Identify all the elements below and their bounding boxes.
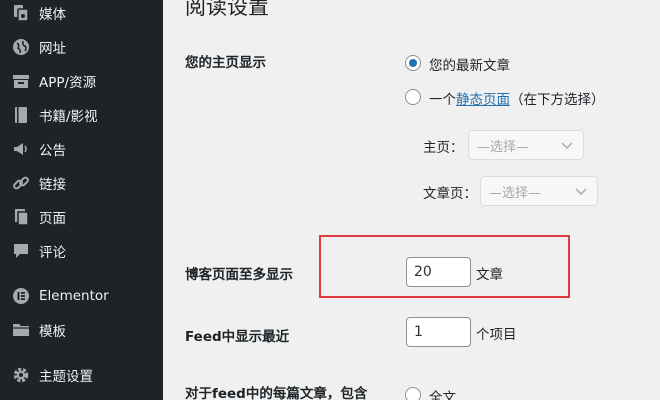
folder-icon — [11, 320, 31, 340]
feed-count-label: Feed中显示最近 — [185, 329, 290, 345]
sidebar-item-label: 公告 — [39, 143, 66, 159]
sidebar-item-media[interactable]: 媒体 — [0, 0, 163, 28]
gear-icon — [11, 365, 31, 385]
pages-icon — [11, 207, 31, 227]
posts-per-page-label: 博客页面至多显示 — [185, 267, 293, 283]
sidebar-item-label: 媒体 — [39, 7, 66, 23]
sidebar-item-label: 网址 — [39, 41, 66, 57]
media-icon — [11, 3, 31, 23]
page-title: 阅读设置 — [185, 0, 269, 19]
front-page-select-value: —选择— — [477, 139, 530, 155]
sidebar-item-label: 链接 — [39, 177, 66, 193]
latest-posts-label: 您的最新文章 — [429, 58, 510, 74]
sidebar-item-app-resources[interactable]: APP/资源 — [0, 66, 163, 96]
sidebar-item-label: 评论 — [39, 245, 66, 261]
full-text-label: 全文 — [429, 390, 456, 400]
archive-icon — [11, 71, 31, 91]
sidebar-item-urls[interactable]: 网址 — [0, 32, 163, 62]
sidebar-item-label: 书籍/影视 — [39, 109, 98, 125]
radio-latest-posts[interactable] — [405, 55, 421, 71]
sidebar-item-label: 模板 — [39, 324, 66, 340]
posts-page-select-value: —选择— — [489, 185, 542, 201]
book-icon — [11, 105, 31, 125]
admin-sidebar: 媒体 网址 APP/资源 书籍/影视 公告 链接 页面 评论 Elementor… — [0, 0, 163, 400]
settings-content: 阅读设置 您的主页显示 您的最新文章 一个静态页面（在下方选择） 主页： —选择… — [163, 0, 660, 400]
sidebar-item-comments[interactable]: 评论 — [0, 236, 163, 266]
radio-static-page[interactable] — [405, 89, 421, 105]
front-page-select[interactable]: —选择— — [468, 130, 584, 160]
posts-page-label: 文章页： — [423, 186, 477, 202]
megaphone-icon — [11, 139, 31, 159]
sidebar-item-label: 页面 — [39, 211, 66, 227]
sidebar-item-label: APP/资源 — [39, 75, 97, 91]
static-page-link[interactable]: 静态页面 — [456, 92, 510, 108]
sidebar-item-books-videos[interactable]: 书籍/影视 — [0, 100, 163, 130]
sidebar-item-elementor[interactable]: Elementor — [0, 281, 163, 311]
front-page-label: 主页： — [423, 140, 464, 156]
sidebar-item-label: 主题设置 — [39, 369, 93, 385]
chevron-down-icon — [575, 188, 587, 196]
sidebar-item-pages[interactable]: 页面 — [0, 202, 163, 232]
posts-per-page-unit: 文章 — [476, 267, 503, 283]
feed-count-unit: 个项目 — [476, 327, 517, 343]
sidebar-item-theme-settings[interactable]: 主题设置 — [0, 360, 163, 390]
posts-page-select[interactable]: —选择— — [480, 176, 598, 206]
globe-icon — [11, 37, 31, 57]
comment-icon — [11, 241, 31, 261]
feed-content-label: 对于feed中的每篇文章，包含 — [185, 386, 368, 400]
static-page-label: 一个静态页面（在下方选择） — [429, 92, 605, 108]
feed-count-input[interactable]: 1 — [406, 317, 471, 347]
sidebar-item-announcements[interactable]: 公告 — [0, 134, 163, 164]
sidebar-item-label: Elementor — [39, 288, 109, 304]
radio-full-text[interactable] — [405, 387, 421, 400]
homepage-display-label: 您的主页显示 — [185, 55, 266, 71]
elementor-icon — [11, 286, 31, 306]
sidebar-item-templates[interactable]: 模板 — [0, 315, 163, 345]
posts-per-page-input[interactable]: 20 — [406, 257, 471, 287]
chevron-down-icon — [561, 142, 573, 150]
sidebar-item-links[interactable]: 链接 — [0, 168, 163, 198]
link-icon — [11, 173, 31, 193]
